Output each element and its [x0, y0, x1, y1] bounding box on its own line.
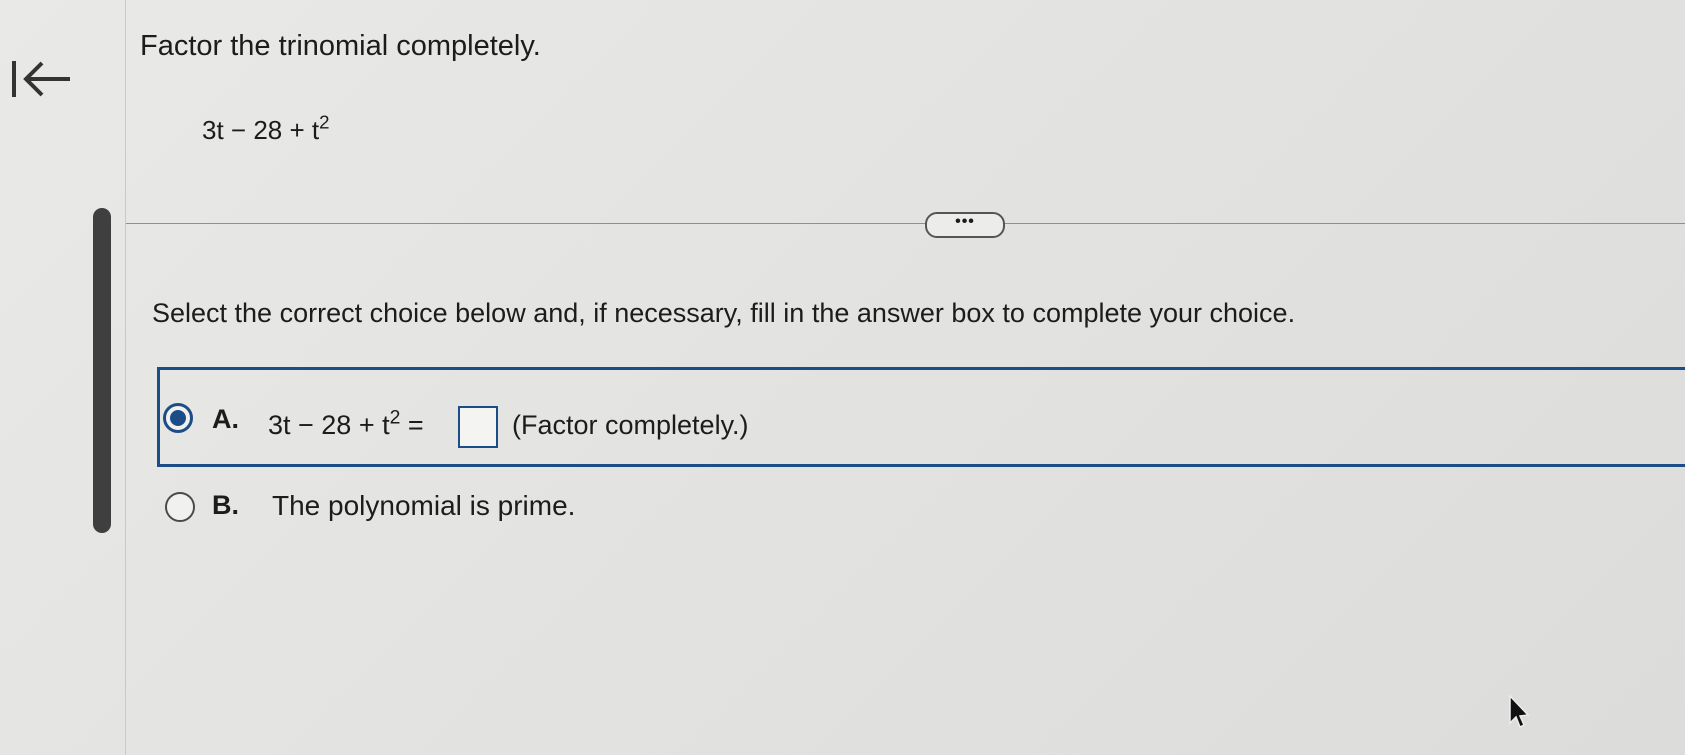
left-rail: [0, 0, 126, 755]
choice-b-letter: B.: [212, 490, 239, 520]
choice-a-expression-exponent: 2: [389, 406, 401, 429]
back-button[interactable]: [8, 55, 78, 115]
choice-a-equals: =: [400, 410, 424, 440]
choice-a-expression-base: 3t − 28 + t: [268, 410, 390, 440]
show-more-button[interactable]: •••: [925, 212, 1005, 238]
choice-a-note: (Factor completely.): [512, 410, 749, 440]
choice-a-letter: A.: [212, 404, 239, 434]
question-prompt: Factor the trinomial completely.: [140, 30, 541, 62]
expression-exponent: 2: [319, 111, 330, 133]
question-expression: 3t − 28 + t2: [202, 111, 330, 146]
choice-a-radio[interactable]: [163, 403, 193, 433]
collapse-left-icon: [12, 61, 70, 97]
mouse-pointer-icon: [1509, 695, 1530, 729]
scrollbar[interactable]: [93, 208, 111, 533]
choice-b-radio[interactable]: [165, 492, 195, 522]
answer-input-box[interactable]: [458, 406, 498, 448]
expression-base: 3t − 28 + t: [202, 115, 320, 145]
choice-b-text: The polynomial is prime.: [272, 490, 576, 521]
instruction-text: Select the correct choice below and, if …: [152, 298, 1296, 328]
choice-a-expression: 3t − 28 + t2 =: [268, 408, 424, 441]
section-divider: [126, 223, 1685, 224]
